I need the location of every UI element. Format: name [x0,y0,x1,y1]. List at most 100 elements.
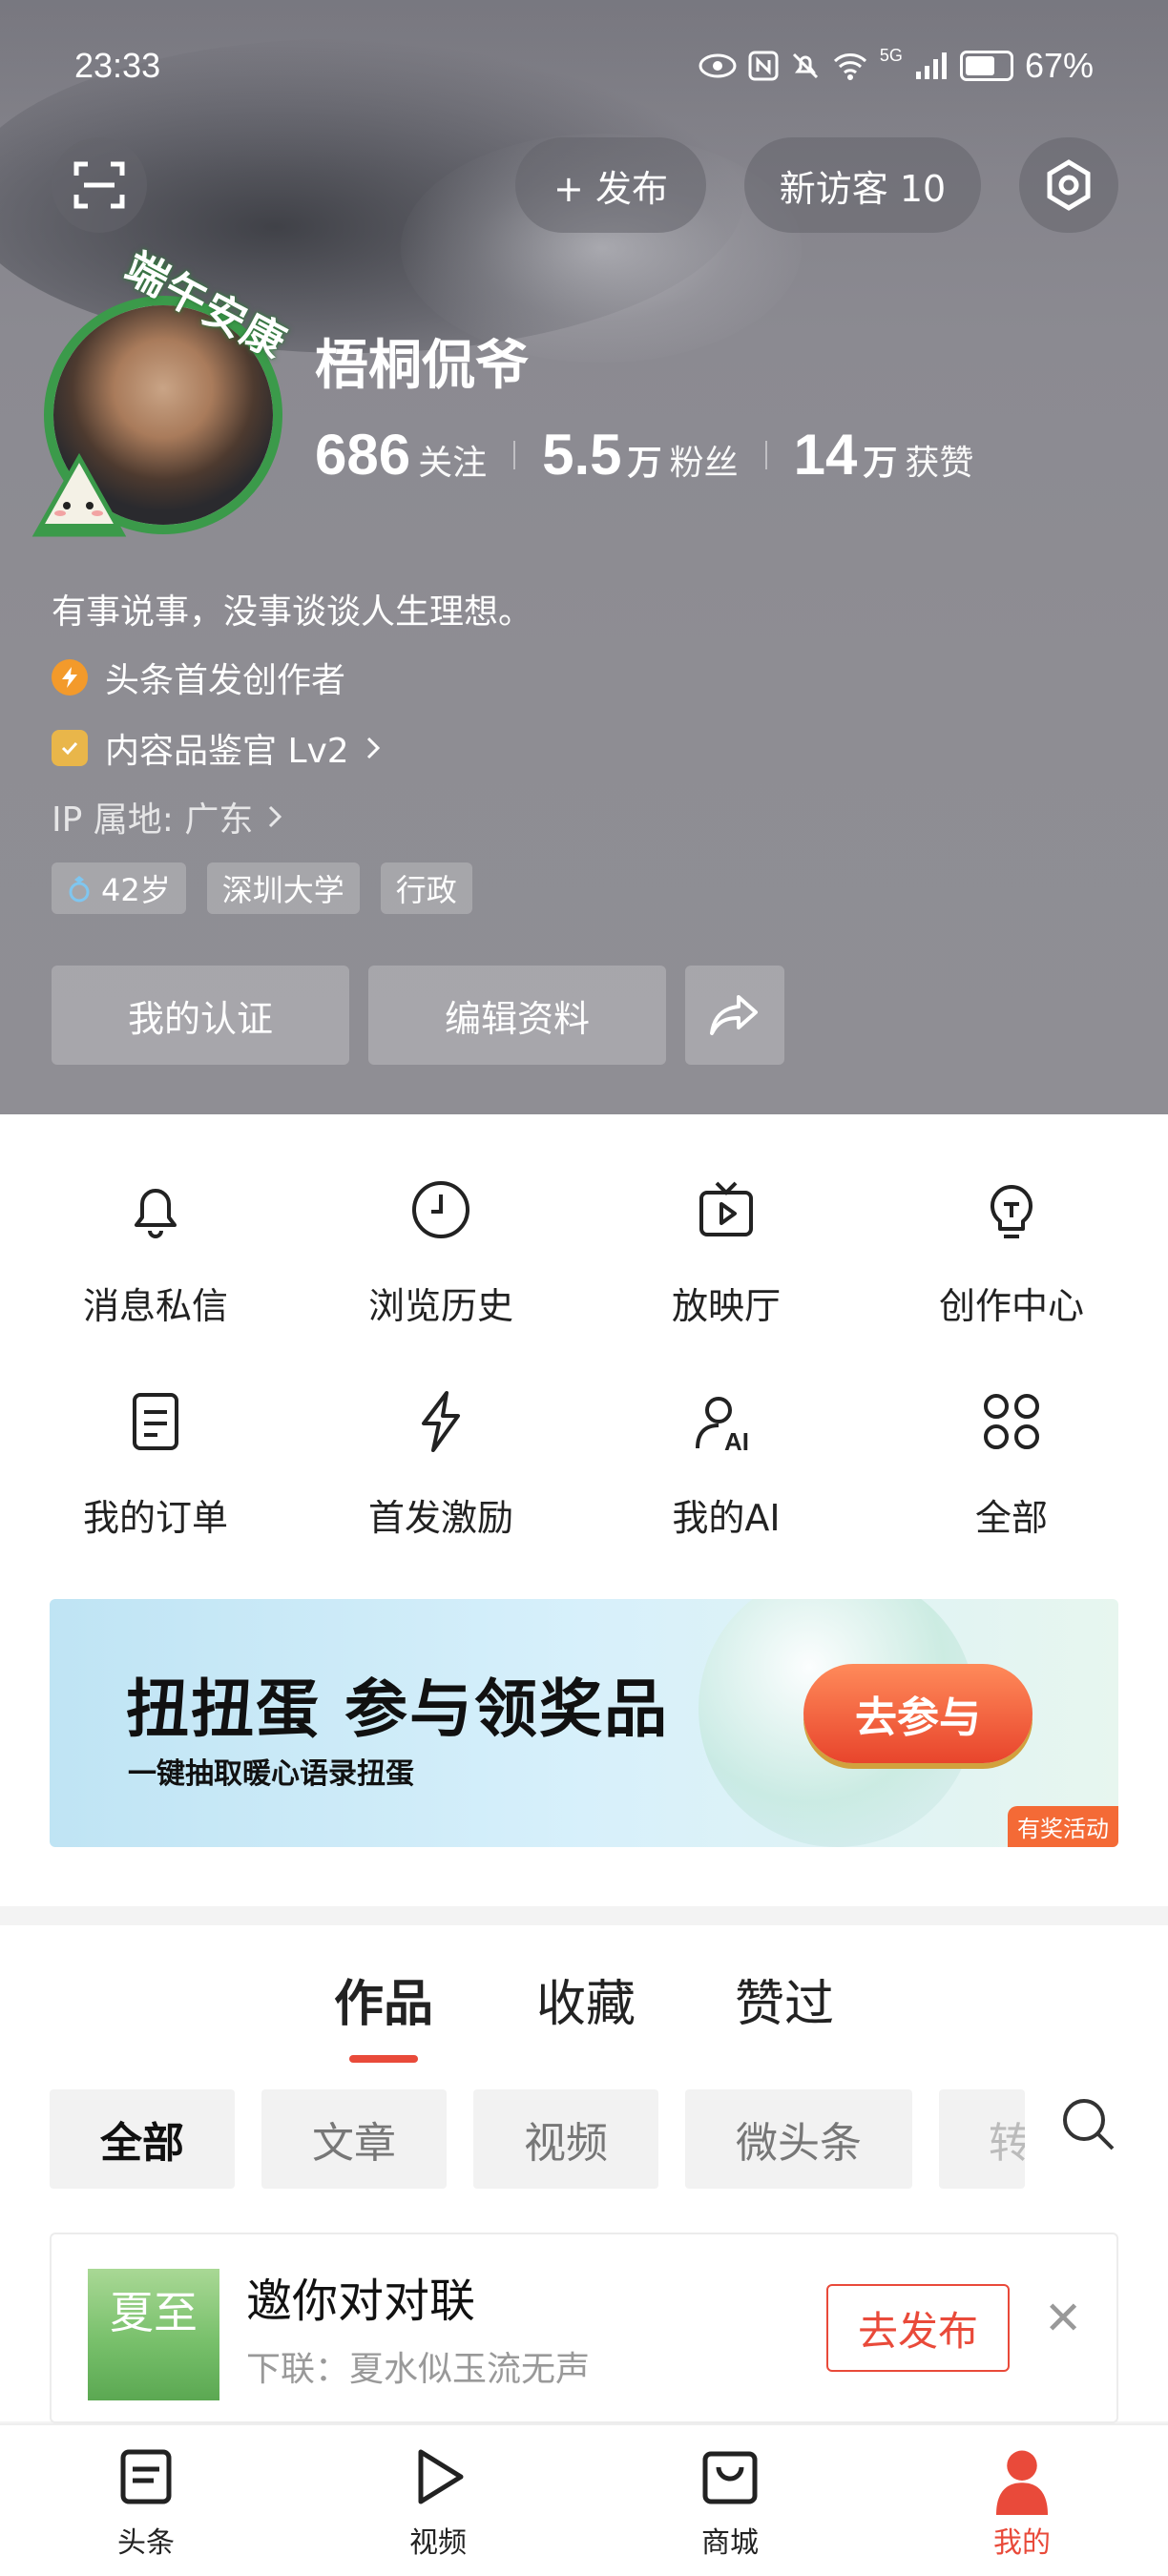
menu-orders[interactable]: 我的订单 [10,1387,302,1541]
menu-my-ai[interactable]: AI 我的AI [580,1387,872,1541]
status-time: 23:33 [74,46,161,85]
tab-favorites[interactable]: 收藏 [536,1963,636,2035]
menu-label: 我的AI [672,1497,781,1539]
join-button[interactable]: 去参与 [803,1664,1032,1763]
ip-location[interactable]: IP 属地: 广东 [52,792,289,841]
age-tag: 42岁 [52,862,186,914]
menu-creator-center[interactable]: 创作中心 [866,1175,1158,1329]
active-tab-indicator [349,2055,418,2063]
chip-more[interactable]: 转 [939,2089,1025,2189]
menu-label: 首发激励 [367,1497,513,1539]
nav-me[interactable]: 我的 [946,2446,1098,2561]
creator-badge-label: 头条首发创作者 [105,661,346,700]
battery-icon [959,51,1013,81]
card-subtitle: 下联：夏水似玉流无声 [246,2350,591,2389]
play-icon [418,2449,464,2504]
chip-micro-posts[interactable]: 微头条 [685,2089,912,2189]
scan-button[interactable] [52,137,147,233]
followers-count: 5.5 [542,423,622,487]
creator-badge[interactable]: 头条首发创作者 [52,653,345,702]
edit-profile-button[interactable]: 编辑资料 [368,966,666,1065]
tab-liked[interactable]: 赞过 [735,1963,834,2035]
followers-stat[interactable]: 5.5 万 粉丝 [542,422,738,488]
menu-theater[interactable]: 放映厅 [580,1175,872,1329]
chip-all[interactable]: 全部 [50,2089,235,2189]
profile-actions: 我的认证 编辑资料 [52,966,784,1065]
shopping-bag-icon [702,2451,758,2504]
tab-works[interactable]: 作品 [334,1963,433,2035]
following-stat[interactable]: 686 关注 [315,422,487,488]
nav-mall[interactable]: 商城 [654,2446,806,2561]
reviewer-badge-label: 内容品鉴官 Lv2 [105,732,349,771]
menu-all[interactable]: 全部 [866,1387,1158,1541]
mute-icon [792,52,818,79]
bulb-icon [991,1185,1032,1238]
menu-label: 我的订单 [82,1497,228,1539]
bell-icon [135,1189,177,1238]
menu-label: 浏览历史 [367,1285,513,1327]
banner-title: 扭扭蛋 参与领奖品 [126,1672,669,1746]
nav-label: 视频 [409,2526,467,2560]
menu-history[interactable]: 浏览历史 [295,1175,587,1329]
order-icon [133,1393,178,1450]
avatar[interactable]: 端午安康 [31,243,295,544]
reviewer-badge[interactable]: 内容品鉴官 Lv2 [52,723,387,773]
profile-bio: 有事说事，没事谈谈人生理想。 [52,592,533,632]
chevron-right-icon [366,737,380,759]
following-count: 686 [315,423,411,487]
settings-icon [1047,159,1091,211]
menu-label: 放映厅 [671,1285,781,1327]
zongzi-sticker-icon [31,452,127,537]
followers-label: 粉丝 [669,444,739,483]
menu-first-publish-reward[interactable]: 首发激励 [295,1387,587,1541]
publish-button[interactable]: + 发布 [515,137,706,233]
grid-icon [984,1394,1039,1449]
menu-label: 创作中心 [938,1285,1084,1327]
promo-banner[interactable]: 扭扭蛋 参与领奖品 一键抽取暖心语录扭蛋 去参与 有奖活动 [50,1599,1118,1847]
followers-unit: 万 [627,444,662,483]
headlines-icon [120,2449,172,2504]
age-tag-label: 42岁 [101,872,171,908]
following-label: 关注 [418,444,488,483]
card-title: 邀你对对联 [246,2275,476,2328]
lightning-badge-icon [52,659,88,696]
status-icons: 5G 67% [699,46,1094,86]
share-button[interactable] [685,966,784,1065]
couplet-invite-card[interactable]: 夏至 邀你对对联 下联：夏水似玉流无声 去发布 ✕ [50,2233,1118,2423]
close-icon[interactable]: ✕ [1044,2292,1082,2345]
settings-button[interactable] [1019,137,1118,233]
banner-subtitle: 一键抽取暖心语录扭蛋 [128,1757,414,1791]
likes-unit: 万 [863,444,898,483]
summer-solstice-thumbnail: 夏至 [88,2269,219,2400]
profile-tags: 42岁 深圳大学 行政 [52,862,472,914]
share-icon [710,995,758,1035]
nav-video[interactable]: 视频 [362,2446,514,2561]
likes-label: 获赞 [905,444,974,483]
svg-text:AI: AI [724,1427,749,1456]
nfc-icon [748,51,779,81]
likes-count: 14 [793,423,858,487]
go-publish-button[interactable]: 去发布 [826,2284,1010,2372]
shield-badge-icon [52,730,88,766]
wifi-icon [833,53,866,80]
profile-stats: 686 关注 5.5 万 粉丝 14 万 获赞 [315,422,973,488]
likes-stat[interactable]: 14 万 获赞 [794,422,974,488]
chip-articles[interactable]: 文章 [261,2089,447,2189]
chip-videos[interactable]: 视频 [473,2089,658,2189]
bottom-nav: 头条 视频 商城 我的 [0,2423,1168,2576]
nav-label: 我的 [993,2526,1051,2560]
network-label: 5G [879,46,903,65]
new-visitors-button[interactable]: 新访客 10 [744,137,981,233]
my-verification-button[interactable]: 我的认证 [52,966,349,1065]
profile-name: 梧桐侃爷 [315,335,529,397]
search-icon[interactable] [1059,2095,1116,2152]
eye-icon [699,53,737,78]
nav-headlines[interactable]: 头条 [70,2446,222,2561]
menu-label: 全部 [974,1497,1048,1539]
chevron-right-icon [269,805,282,828]
tv-icon [699,1181,753,1236]
menu-messages[interactable]: 消息私信 [10,1175,302,1329]
nav-label: 商城 [701,2526,759,2560]
bolt-icon [422,1391,460,1452]
profile-icon [996,2450,1048,2515]
